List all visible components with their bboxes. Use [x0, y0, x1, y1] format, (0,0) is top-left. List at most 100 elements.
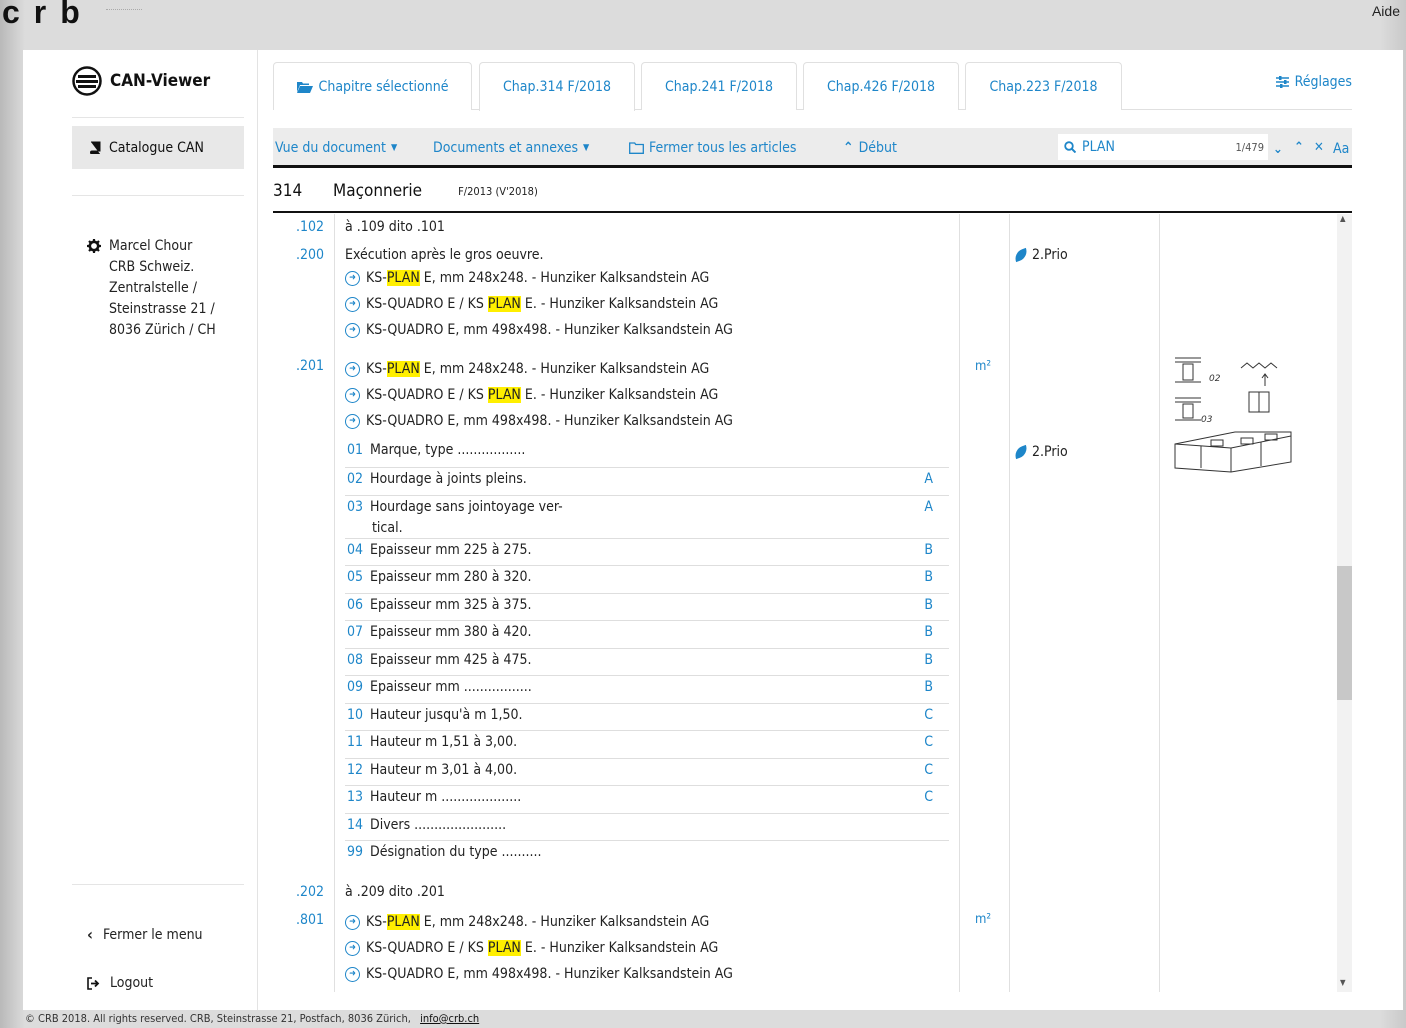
chapter-title: Maçonnerie: [333, 181, 423, 201]
chevron-left-icon: ‹: [87, 925, 93, 944]
app-title: CAN-Viewer: [110, 71, 211, 91]
sidebar-divider: [72, 884, 244, 885]
search-box: 1/479: [1058, 134, 1268, 160]
product-text: KS-QUADRO E / KS PLAN E. - Hunziker Kalk…: [366, 387, 719, 403]
tab-chap-223[interactable]: Chap.223 F/2018: [965, 62, 1122, 110]
article-code[interactable]: .202: [296, 884, 324, 900]
option-row[interactable]: 06 Epaisseur mm 325 à 375. B: [345, 594, 949, 621]
article-text: à .109 dito .101: [345, 219, 445, 235]
product-link[interactable]: ➜ KS-QUADRO E / KS PLAN E. - Hunziker Kal…: [345, 296, 718, 312]
close-icon[interactable]: ✕: [1314, 140, 1324, 155]
user-street: Steinstrasse 21 /: [109, 301, 215, 317]
scrollbar-thumb[interactable]: [1337, 566, 1352, 700]
product-icon: ➜: [345, 270, 360, 286]
article-code[interactable]: .201: [296, 358, 324, 374]
option-row[interactable]: 08 Epaisseur mm 425 à 475. B: [345, 649, 949, 676]
product-icon: ➜: [345, 940, 360, 956]
product-link[interactable]: ➜ KS-QUADRO E / KS PLAN E. - Hunziker Kal…: [345, 387, 718, 403]
search-result-count: 1/479: [1235, 140, 1264, 154]
tab-label: Chap.426 F/2018: [826, 78, 936, 95]
priority-label: 2.Prio: [1032, 247, 1068, 263]
gear-icon: [87, 239, 101, 253]
settings-button[interactable]: Réglages: [1275, 74, 1352, 90]
chevron-up-icon[interactable]: ⌃: [1294, 140, 1304, 155]
logout-label: Logout: [110, 975, 154, 991]
settings-label: Réglages: [1294, 74, 1352, 90]
close-menu-button[interactable]: ‹ Fermer le menu: [87, 925, 203, 944]
user-org-unit: Zentralstelle /: [109, 280, 197, 296]
product-link[interactable]: ➜ KS-QUADRO E, mm 498x498. - Hunziker Kal…: [345, 413, 733, 429]
article-text: à .209 dito .201: [345, 884, 445, 900]
option-row[interactable]: 10 Hauteur jusqu'à m 1,50. C: [345, 704, 949, 731]
product-link[interactable]: ➜ KS-QUADRO E / KS PLAN E. - Hunziker Kal…: [345, 940, 718, 956]
product-text: KS-QUADRO E, mm 498x498. - Hunziker Kalk…: [366, 413, 733, 429]
scroll-up-arrow-icon[interactable]: ▲: [1340, 214, 1346, 223]
unit-label: m²: [975, 359, 992, 374]
user-city: 8036 Zürich / CH: [109, 322, 216, 338]
sidebar-divider: [72, 117, 244, 118]
product-icon: ➜: [345, 322, 360, 338]
article-code[interactable]: .102: [296, 219, 324, 235]
option-row[interactable]: 14 Divers .......................: [345, 814, 949, 841]
user-name: Marcel Chour: [109, 238, 193, 254]
document-view-dropdown[interactable]: Vue du document ▼: [275, 140, 397, 156]
product-icon: ➜: [345, 914, 360, 930]
sign-out-icon: [87, 976, 100, 990]
document-view-label: Vue du document: [275, 140, 386, 156]
chapter-number: 314: [273, 181, 303, 201]
option-row[interactable]: 11 Hauteur m 1,51 à 3,00. C: [345, 731, 949, 759]
option-row[interactable]: 01 Marque, type .................: [345, 442, 949, 468]
product-link[interactable]: ➜ KS-PLAN E, mm 248x248. - Hunziker Kalks…: [345, 361, 709, 377]
option-row[interactable]: 09 Epaisseur mm ................. B: [345, 676, 949, 704]
product-link[interactable]: ➜ KS-QUADRO E, mm 498x498. - Hunziker Kal…: [345, 966, 733, 982]
option-row[interactable]: 02 Hourdage à joints pleins. A: [345, 468, 949, 496]
tab-bar: Chapitre sélectionné Chap.314 F/2018 Cha…: [273, 62, 1352, 111]
product-link[interactable]: ➜ KS-QUADRO E, mm 498x498. - Hunziker Kal…: [345, 322, 733, 338]
tab-selected-chapter[interactable]: Chapitre sélectionné: [273, 62, 472, 110]
app-brand: CAN-Viewer: [72, 66, 210, 96]
product-link[interactable]: ➜ KS-PLAN E, mm 248x248. - Hunziker Kalks…: [345, 914, 709, 930]
crb-logo: crb: [2, 0, 94, 30]
user-org: CRB Schweiz.: [109, 259, 195, 275]
product-text: KS-PLAN E, mm 248x248. - Hunziker Kalksa…: [366, 270, 710, 286]
search-input[interactable]: [1082, 139, 1212, 155]
tab-chap-314[interactable]: Chap.314 F/2018: [479, 62, 635, 111]
chevron-down-icon[interactable]: ⌄: [1273, 142, 1283, 157]
product-icon: ➜: [345, 413, 360, 429]
match-case-button[interactable]: Aa: [1333, 141, 1349, 157]
tab-chap-426[interactable]: Chap.426 F/2018: [803, 62, 959, 110]
logout-button[interactable]: Logout: [87, 975, 153, 991]
option-row[interactable]: 05 Epaisseur mm 280 à 320. B: [345, 566, 949, 594]
option-row[interactable]: 03 Hourdage sans jointoyage ver-tical. A: [345, 496, 949, 539]
product-link[interactable]: ➜ KS-PLAN E, mm 248x248. - Hunziker Kalks…: [345, 270, 709, 286]
article-code[interactable]: .200: [296, 247, 324, 263]
tab-label: Chapitre sélectionné: [318, 78, 449, 95]
scroll-down-arrow-icon[interactable]: ▼: [1340, 978, 1346, 987]
documents-annexes-dropdown[interactable]: Documents et annexes ▼: [433, 140, 589, 156]
tab-label: Chap.241 F/2018: [664, 78, 774, 95]
footer-email-link[interactable]: info@crb.ch: [420, 1012, 479, 1025]
option-row[interactable]: 13 Hauteur m .................... C: [345, 786, 949, 814]
column-divider: [334, 214, 335, 992]
user-info[interactable]: Marcel Chour CRB Schweiz. Zentralstelle …: [87, 236, 216, 341]
article-code[interactable]: .801: [296, 912, 324, 928]
product-text: KS-PLAN E, mm 248x248. - Hunziker Kalksa…: [366, 914, 710, 930]
option-row[interactable]: 12 Hauteur m 3,01 à 4,00. C: [345, 759, 949, 786]
tab-chap-241[interactable]: Chap.241 F/2018: [641, 62, 797, 110]
book-icon: [90, 141, 101, 154]
sketch-label: 02: [1209, 374, 1221, 384]
option-row[interactable]: 04 Epaisseur mm 225 à 275. B: [345, 539, 949, 566]
scrollbar[interactable]: ▲ ▼: [1337, 214, 1352, 992]
option-row[interactable]: 99 Désignation du type ..........: [345, 841, 949, 866]
close-all-articles-button[interactable]: Fermer tous les articles: [629, 140, 796, 156]
sidebar-item-catalogue[interactable]: Catalogue CAN: [72, 126, 244, 169]
priority-label: 2.Prio: [1032, 444, 1068, 460]
close-all-articles-label: Fermer tous les articles: [649, 140, 797, 156]
help-link[interactable]: Aide: [1372, 3, 1400, 19]
chapter-version: F/2013 (V'2018): [458, 184, 538, 198]
go-to-start-button[interactable]: ⌃ Début: [843, 140, 897, 156]
tab-label: Chap.223 F/2018: [989, 78, 1098, 95]
caret-down-icon: ▼: [583, 143, 590, 153]
option-row[interactable]: 07 Epaisseur mm 380 à 420. B: [345, 621, 949, 649]
documents-annexes-label: Documents et annexes: [433, 140, 579, 156]
